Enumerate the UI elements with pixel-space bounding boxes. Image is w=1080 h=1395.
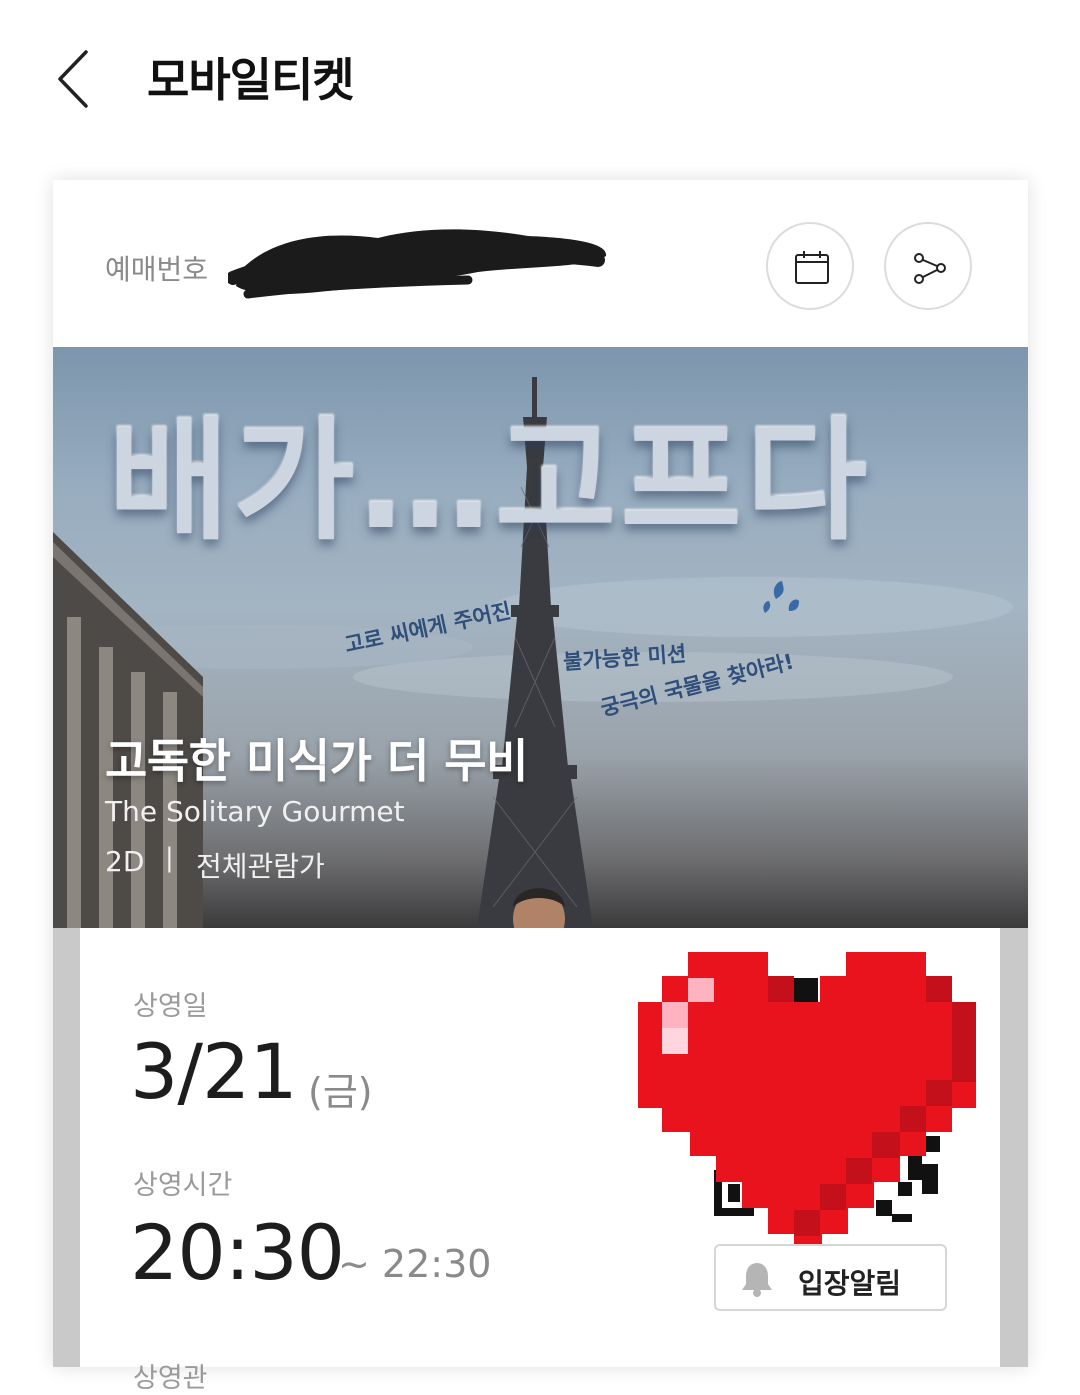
movie-subtitle: The Solitary Gourmet (105, 795, 405, 828)
screening-weekday: (금) (308, 1070, 373, 1114)
ticket-side-left (53, 928, 80, 1367)
app-header: 모바일티켓 (0, 0, 1080, 150)
screening-end-time: ~ 22:30 (338, 1242, 492, 1286)
page-title: 모바일티켓 (147, 53, 355, 107)
screening-date-label: 상영일 (133, 991, 208, 1022)
theater-label: 상영관 (133, 1363, 208, 1394)
share-icon (914, 253, 946, 284)
chevron-left-icon (58, 50, 88, 108)
ticket-qr-code[interactable] (636, 950, 980, 1270)
screening-start-time: 20:30 (130, 1208, 345, 1297)
movie-title: 고독한 미식가 더 무비 (105, 734, 528, 788)
entry-notification-button[interactable]: 입장알림 (714, 1244, 947, 1311)
share-button[interactable] (884, 222, 972, 310)
booking-number-label: 예매번호 (105, 253, 209, 286)
back-button[interactable] (50, 46, 100, 112)
poster-headline: 배가…고프다 (108, 405, 872, 559)
screening-time-label: 상영시간 (133, 1170, 233, 1201)
movie-rating: 전체관람가 (196, 850, 325, 883)
ticket-side-right (1000, 928, 1028, 1367)
movie-format: 2D (105, 845, 145, 878)
meta-separator: | (165, 843, 174, 873)
bell-icon (742, 1263, 772, 1297)
booking-number-redaction (228, 229, 607, 299)
entry-notification-label: 입장알림 (798, 1267, 902, 1300)
add-to-calendar-button[interactable] (766, 222, 854, 310)
calendar-icon (795, 251, 829, 284)
movie-poster: 배가…고프다 고로 씨에게 주어진 불가능한 미션 궁극의 국물을 찾아라! 고… (53, 347, 1028, 928)
screening-date: 3/21 (130, 1027, 298, 1116)
